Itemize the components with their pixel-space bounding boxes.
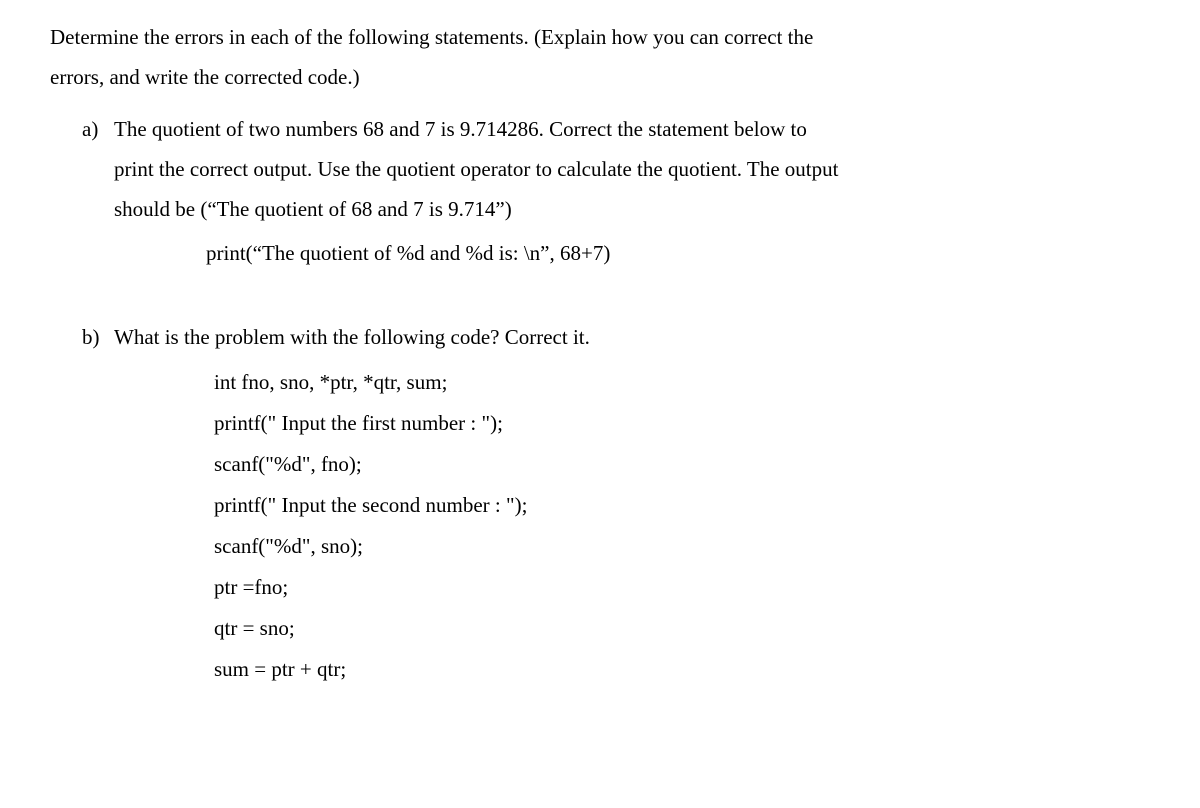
question-a-code: print(“The quotient of %d and %d is: \n”… — [206, 233, 1150, 274]
question-a-line2: print the correct output. Use the quotie… — [114, 150, 1150, 190]
question-a: a) The quotient of two numbers 68 and 7 … — [82, 110, 1150, 275]
question-b-label: b) — [82, 318, 114, 689]
question-b-code-6: qtr = sno; — [214, 608, 1150, 649]
question-b-code-5: ptr =fno; — [214, 567, 1150, 608]
intro-line1: Determine the errors in each of the foll… — [50, 18, 1150, 58]
question-a-line3: should be (“The quotient of 68 and 7 is … — [114, 190, 1150, 230]
question-a-body: The quotient of two numbers 68 and 7 is … — [114, 110, 1150, 275]
question-b-line1: What is the problem with the following c… — [114, 318, 1150, 358]
question-b-code-1: printf(" Input the first number : "); — [214, 403, 1150, 444]
question-b-code-3: printf(" Input the second number : "); — [214, 485, 1150, 526]
intro-line2: errors, and write the corrected code.) — [50, 58, 1150, 98]
question-b-code-2: scanf("%d", fno); — [214, 444, 1150, 485]
question-a-label: a) — [82, 110, 114, 275]
intro-text: Determine the errors in each of the foll… — [50, 18, 1150, 98]
question-a-code-block: print(“The quotient of %d and %d is: \n”… — [206, 233, 1150, 274]
question-b-code-7: sum = ptr + qtr; — [214, 649, 1150, 690]
question-b-body: What is the problem with the following c… — [114, 318, 1150, 689]
question-a-line1: The quotient of two numbers 68 and 7 is … — [114, 110, 1150, 150]
question-b-code-0: int fno, sno, *ptr, *qtr, sum; — [214, 362, 1150, 403]
question-b: b) What is the problem with the followin… — [82, 318, 1150, 689]
question-b-code-block: int fno, sno, *ptr, *qtr, sum; printf(" … — [214, 362, 1150, 690]
question-b-code-4: scanf("%d", sno); — [214, 526, 1150, 567]
